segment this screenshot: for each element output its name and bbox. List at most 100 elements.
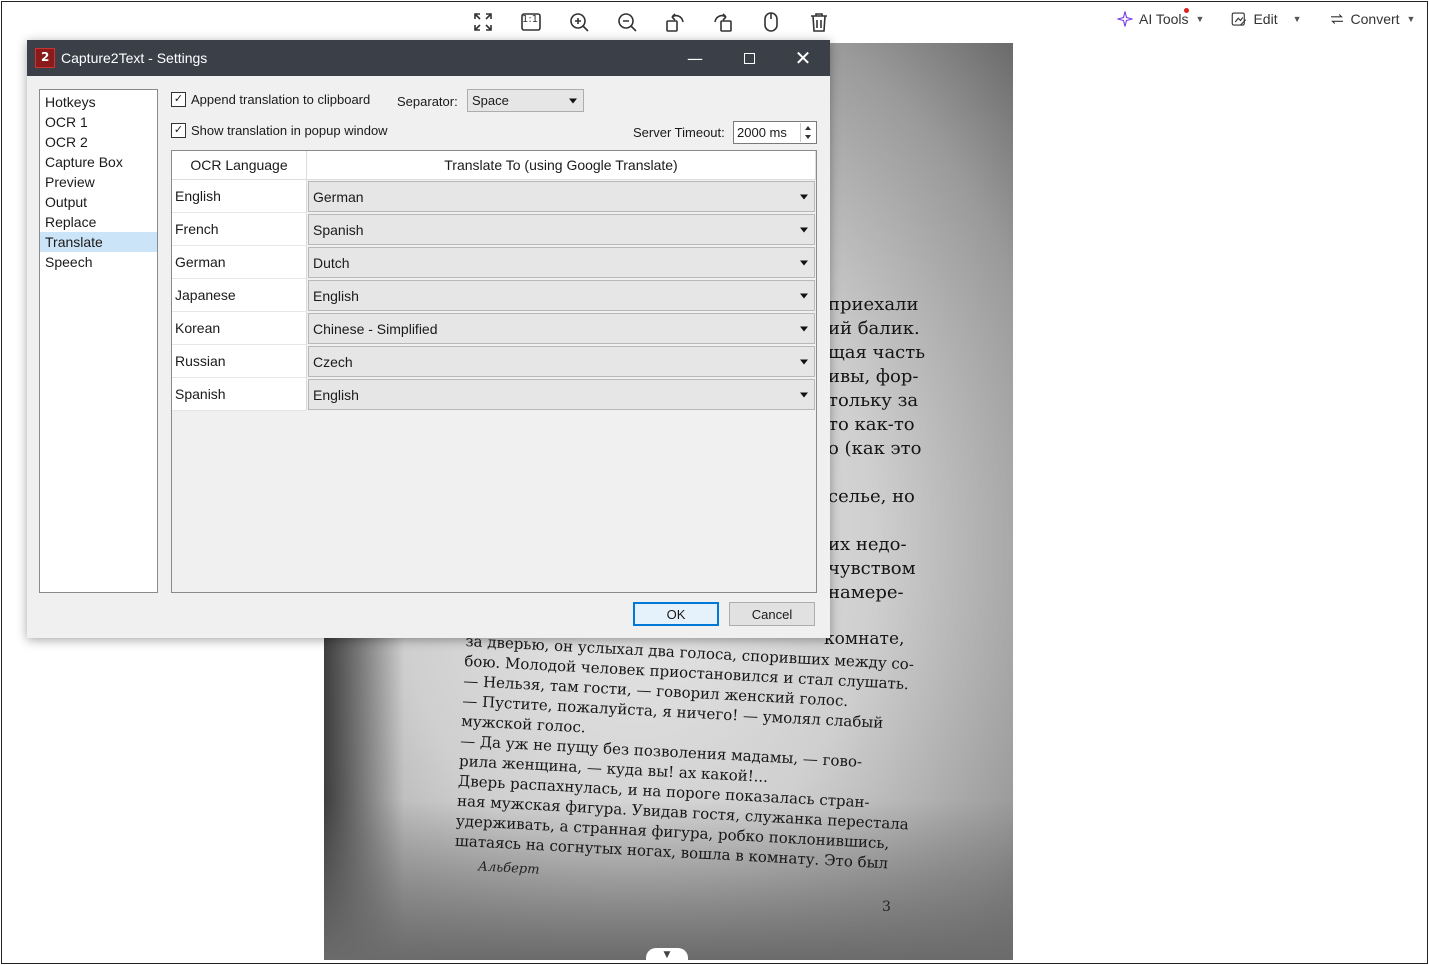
mouse-icon[interactable] — [754, 8, 788, 36]
book-line: тольку за — [828, 390, 919, 411]
translation-table: OCR Language Translate To (using Google … — [171, 150, 817, 593]
translate-to-select[interactable]: Spanish — [307, 213, 816, 246]
book-page-number: 3 — [882, 899, 891, 915]
bottom-panel-handle[interactable]: ▼ — [646, 948, 688, 962]
book-line — [828, 509, 925, 533]
ocr-language-cell: English — [172, 180, 307, 213]
ocr-language-cell: Korean — [172, 312, 307, 345]
separator-select[interactable]: Space — [467, 89, 584, 112]
book-body-text: за дверью, он услыхал два голоса, спорив… — [454, 631, 915, 874]
book-line: селье, но — [828, 486, 915, 507]
chevron-down-icon: ▼ — [1406, 14, 1416, 24]
table-row: German Dutch — [172, 246, 816, 279]
edit-button[interactable]: Edit ▼ — [1230, 10, 1302, 28]
server-timeout-label: Server Timeout: — [633, 125, 725, 140]
fullscreen-icon[interactable] — [466, 8, 500, 36]
chevron-down-icon — [800, 227, 808, 232]
translate-to-value: English — [313, 287, 359, 304]
chevron-down-icon: ▼ — [1292, 14, 1302, 24]
top-right-menu: AI Tools ▼ Edit ▼ Convert ▼ — [1116, 8, 1416, 28]
convert-icon — [1330, 14, 1343, 24]
sidebar-item-ocr-2[interactable]: OCR 2 — [40, 132, 157, 152]
table-row: Korean Chinese - Simplified — [172, 312, 816, 345]
ai-tools-button[interactable]: AI Tools ▼ — [1116, 8, 1205, 28]
chevron-down-icon — [800, 194, 808, 199]
table-row: French Spanish — [172, 213, 816, 246]
sidebar-item-replace[interactable]: Replace — [40, 212, 157, 232]
book-line: о (как это — [828, 438, 922, 459]
book-author: Альберт — [477, 859, 540, 878]
ok-button[interactable]: OK — [633, 602, 719, 626]
translate-to-value: Czech — [313, 353, 353, 370]
delete-icon[interactable] — [802, 8, 836, 36]
chevron-down-icon: ▼ — [1195, 14, 1205, 24]
table-row: Russian Czech — [172, 345, 816, 378]
table-row: Japanese English — [172, 279, 816, 312]
sidebar-item-speech[interactable]: Speech — [40, 252, 157, 272]
book-line: ий балик. — [828, 318, 920, 339]
ocr-language-cell: Japanese — [172, 279, 307, 312]
column-header-ocr-language[interactable]: OCR Language — [172, 151, 307, 179]
spin-down-button[interactable] — [801, 133, 815, 143]
book-line: ивы, фор- — [828, 366, 919, 387]
chevron-down-icon — [800, 392, 808, 397]
column-header-translate-to[interactable]: Translate To (using Google Translate) — [307, 151, 816, 179]
book-line: их недо- — [828, 534, 907, 555]
append-translation-checkbox[interactable]: ✓ — [171, 92, 186, 107]
close-icon: ✕ — [794, 46, 812, 70]
translate-to-select[interactable]: Chinese - Simplified — [307, 312, 816, 345]
show-popup-label: Show translation in popup window — [191, 123, 388, 138]
table-row: Spanish English — [172, 378, 816, 411]
zoom-in-icon[interactable] — [562, 8, 596, 36]
book-line: чувством — [828, 558, 916, 579]
book-right-column: приехали ий балик. щая часть ивы, фор- т… — [828, 293, 925, 605]
chevron-down-icon — [800, 260, 808, 265]
translate-to-select[interactable]: German — [307, 180, 816, 213]
convert-button[interactable]: Convert ▼ — [1328, 10, 1416, 28]
dialog-titlebar[interactable]: Capture2Text - Settings — ✕ — [27, 40, 830, 76]
translate-to-value: Dutch — [313, 254, 350, 271]
separator-label: Separator: — [397, 94, 458, 109]
sparkle-icon — [1117, 11, 1133, 27]
book-top-fragment: комнате, — [824, 629, 905, 649]
translate-to-select[interactable]: English — [307, 279, 816, 312]
minimize-button[interactable]: — — [668, 40, 722, 76]
ocr-language-cell: Russian — [172, 345, 307, 378]
chevron-down-icon — [800, 359, 808, 364]
dialog-title: Capture2Text - Settings — [61, 50, 208, 66]
append-translation-label: Append translation to clipboard — [191, 92, 371, 107]
sidebar-item-output[interactable]: Output — [40, 192, 157, 212]
ai-tools-label: AI Tools — [1139, 11, 1189, 27]
capture2text-app-icon — [35, 48, 55, 68]
chevron-down-icon — [569, 98, 577, 103]
chevron-down-icon — [800, 326, 808, 331]
rotate-right-icon[interactable] — [706, 8, 740, 36]
translate-to-select[interactable]: Czech — [307, 345, 816, 378]
sidebar-item-preview[interactable]: Preview — [40, 172, 157, 192]
translate-to-value: German — [313, 188, 364, 205]
maximize-icon — [743, 52, 755, 64]
zoom-out-icon[interactable] — [610, 8, 644, 36]
translate-to-select[interactable]: English — [307, 378, 816, 411]
sidebar-item-hotkeys[interactable]: Hotkeys — [40, 92, 157, 112]
show-popup-checkbox[interactable]: ✓ — [171, 123, 186, 138]
rotate-left-icon[interactable] — [658, 8, 692, 36]
server-timeout-spinbox[interactable]: 2000 ms — [733, 121, 817, 144]
ocr-language-cell: French — [172, 213, 307, 246]
maximize-button[interactable] — [722, 40, 776, 76]
sidebar-item-ocr-1[interactable]: OCR 1 — [40, 112, 157, 132]
server-timeout-value: 2000 ms — [737, 125, 787, 140]
append-translation-option[interactable]: ✓ Append translation to clipboard — [171, 92, 370, 107]
sidebar-item-capture-box[interactable]: Capture Box — [40, 152, 157, 172]
translate-to-value: Spanish — [313, 221, 364, 238]
sidebar-item-translate[interactable]: Translate — [40, 232, 157, 252]
show-popup-option[interactable]: ✓ Show translation in popup window — [171, 123, 388, 138]
translate-to-select[interactable]: Dutch — [307, 246, 816, 279]
cancel-button[interactable]: Cancel — [729, 602, 815, 626]
close-button[interactable]: ✕ — [776, 40, 830, 76]
convert-label: Convert — [1350, 11, 1400, 27]
book-line: то как-то — [828, 414, 915, 435]
book-line: приехали — [828, 294, 919, 315]
spin-up-button[interactable] — [801, 123, 815, 133]
ocr-language-cell: Spanish — [172, 378, 307, 411]
